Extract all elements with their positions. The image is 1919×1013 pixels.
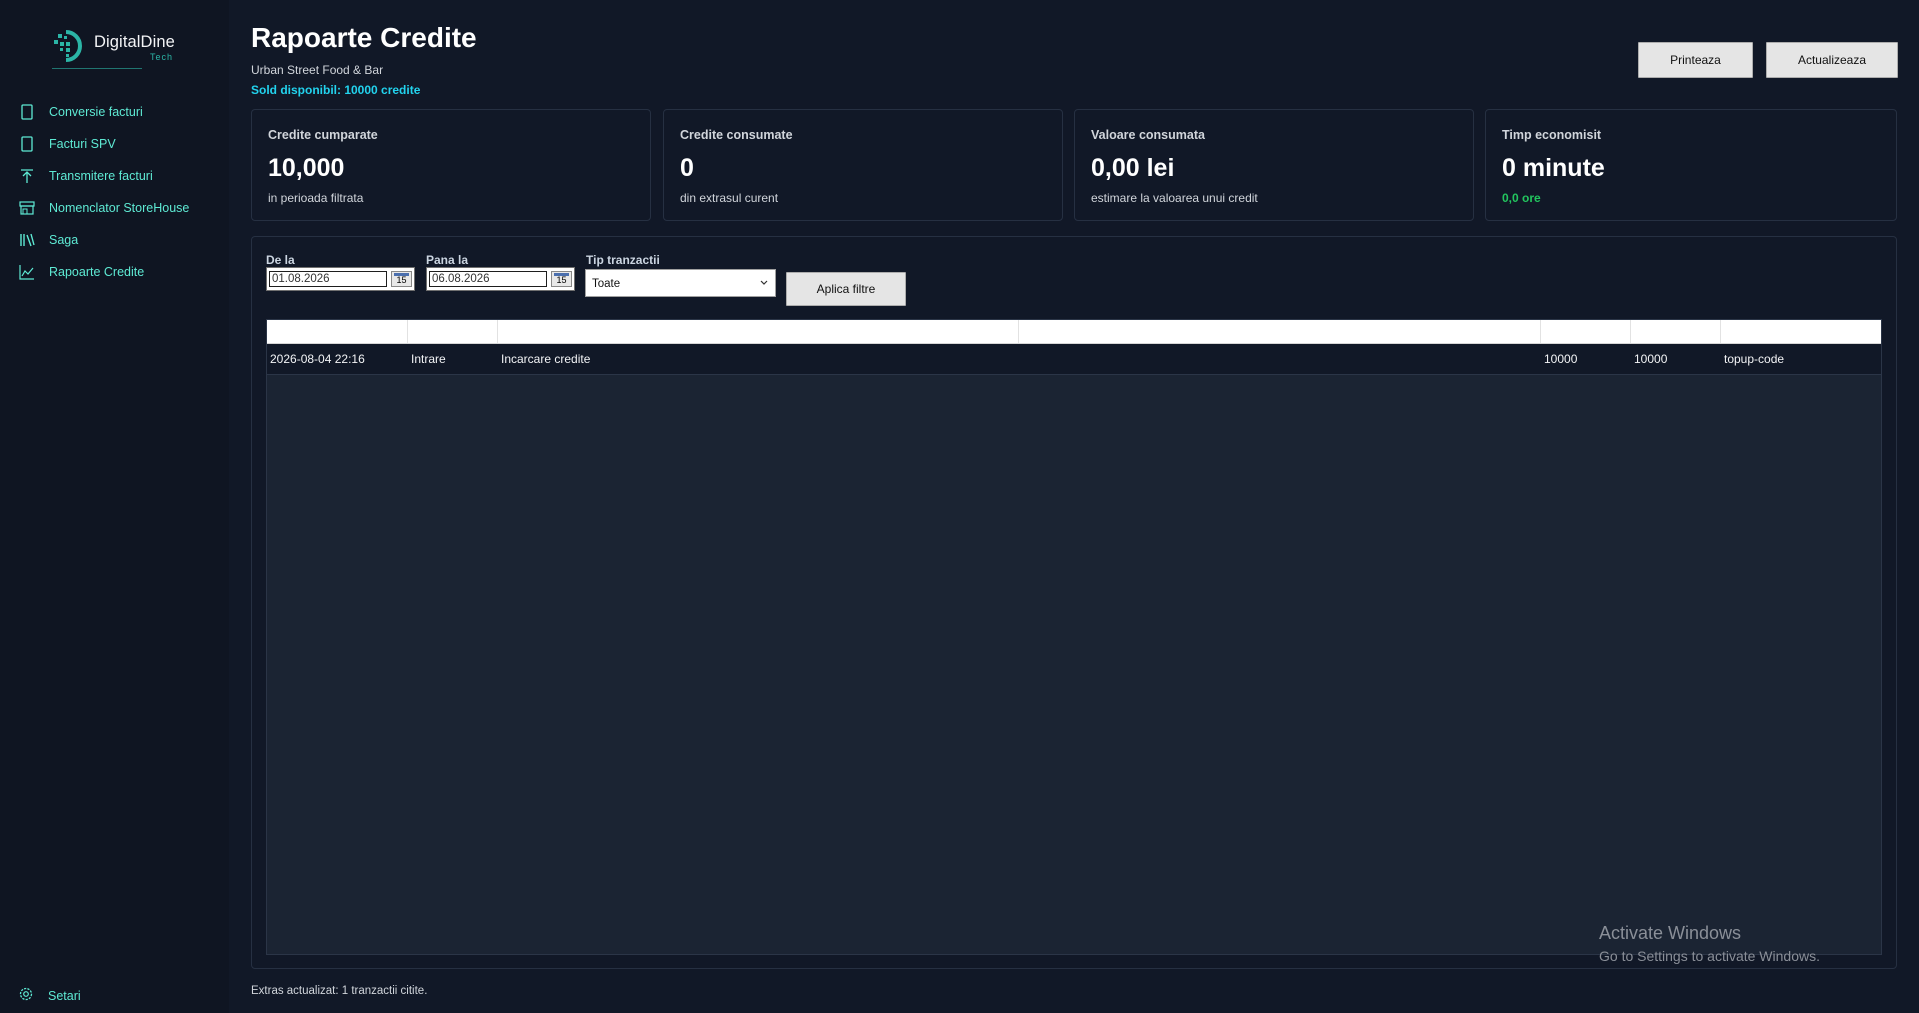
sidebar-item-transmitere-facturi[interactable]: Transmitere facturi — [18, 165, 218, 187]
from-date-picker[interactable]: 01.08.2026 15 — [266, 267, 415, 291]
to-date-field[interactable]: 06.08.2026 — [429, 271, 547, 287]
card-value: 0 minute — [1502, 154, 1605, 182]
card-title: Timp economisit — [1502, 128, 1602, 142]
windows-activation-watermark: Activate Windows Go to Settings to activ… — [1599, 923, 1820, 964]
stat-card-credite-consumate: Credite consumate 0 din extrasul curent — [663, 109, 1063, 221]
card-note: din extrasul curent — [680, 191, 779, 205]
books-icon — [18, 231, 36, 249]
balance-text: Sold disponibil: 10000 credite — [251, 83, 421, 97]
watermark-title: Activate Windows — [1599, 923, 1742, 943]
stat-card-timp-economisit: Timp economisit 0 minute 0,0 ore — [1485, 109, 1897, 221]
sidebar-item-saga[interactable]: Saga — [18, 229, 218, 251]
card-title: Credite cumparate — [268, 128, 378, 142]
cell-source: topup-code — [1724, 352, 1785, 366]
app-window: DigitalDine Tech Conversie facturi Factu… — [0, 0, 1919, 1013]
calendar-icon[interactable]: 15 — [551, 271, 572, 287]
status-text: Extras actualizat: 1 tranzactii citite. — [251, 985, 428, 997]
apply-filters-button[interactable]: Aplica filtre — [786, 272, 906, 306]
card-note: 0,0 ore — [1502, 191, 1541, 205]
print-button[interactable]: Printeaza — [1638, 42, 1753, 78]
transactions-table: 2026-08-04 22:16 Intrare Incarcare credi… — [266, 319, 1882, 955]
sidebar-item-facturi-spv[interactable]: Facturi SPV — [18, 133, 218, 155]
to-date-label: Pana la — [426, 253, 469, 267]
sidebar-item-nomenclator-storehouse[interactable]: Nomenclator StoreHouse — [18, 197, 218, 219]
watermark-subtitle: Go to Settings to activate Windows. — [1599, 948, 1820, 964]
cell-balance: 10000 — [1634, 352, 1668, 366]
cell-date: 2026-08-04 22:16 — [270, 352, 365, 366]
logo-subtext: Tech — [150, 52, 174, 62]
card-title: Credite consumate — [680, 128, 793, 142]
cell-description: Incarcare credite — [501, 352, 591, 366]
page-title: Rapoarte Credite — [251, 22, 477, 53]
column-header[interactable] — [408, 320, 498, 343]
sidebar-item-conversie-facturi[interactable]: Conversie facturi — [18, 101, 218, 123]
to-date-picker[interactable]: 06.08.2026 15 — [426, 267, 575, 291]
logo-mark-icon — [54, 30, 82, 62]
sidebar-item-label: Facturi SPV — [49, 137, 116, 151]
logo-divider — [52, 68, 142, 69]
document-icon — [18, 103, 36, 121]
transaction-type-label: Tip tranzactii — [586, 253, 660, 267]
card-value: 10,000 — [268, 154, 345, 182]
sidebar-item-label: Rapoarte Credite — [49, 265, 145, 279]
logo: DigitalDine Tech — [52, 24, 182, 72]
column-header[interactable] — [1631, 320, 1721, 343]
logo-text: DigitalDine — [94, 33, 175, 51]
column-header[interactable] — [1019, 320, 1541, 343]
chevron-down-icon — [760, 280, 768, 285]
chart-icon — [18, 263, 36, 281]
document-icon — [18, 135, 36, 153]
sidebar-item-label: Saga — [49, 233, 79, 247]
upload-arrow-icon — [18, 167, 36, 185]
sidebar-item-label: Nomenclator StoreHouse — [49, 201, 190, 215]
column-header[interactable] — [1721, 320, 1881, 343]
column-header[interactable] — [267, 320, 408, 343]
card-note: estimare la valoarea unui credit — [1091, 191, 1258, 205]
sidebar-item-label: Setari — [48, 989, 81, 1003]
transaction-type-select[interactable]: Toate — [585, 269, 776, 297]
restaurant-name: Urban Street Food & Bar — [251, 63, 384, 77]
gear-icon — [18, 986, 34, 1007]
cell-type: Intrare — [411, 352, 446, 366]
column-header[interactable] — [1541, 320, 1631, 343]
card-value: 0,00 lei — [1091, 154, 1175, 182]
sidebar-item-settings[interactable]: Setari — [18, 985, 138, 1007]
from-date-field[interactable]: 01.08.2026 — [269, 271, 387, 287]
from-date-label: De la — [266, 253, 295, 267]
stat-card-credite-cumparate: Credite cumparate 10,000 in perioada fil… — [251, 109, 651, 221]
sidebar: DigitalDine Tech Conversie facturi Factu… — [0, 0, 229, 1013]
table-header — [267, 320, 1881, 344]
calendar-icon[interactable]: 15 — [391, 271, 412, 287]
cell-amount: 10000 — [1544, 352, 1578, 366]
card-value: 0 — [680, 154, 694, 182]
card-note: in perioada filtrata — [268, 191, 364, 205]
sidebar-item-label: Conversie facturi — [49, 105, 143, 119]
refresh-button[interactable]: Actualizeaza — [1766, 42, 1898, 78]
transaction-type-value: Toate — [592, 278, 621, 290]
table-row[interactable]: 2026-08-04 22:16 Intrare Incarcare credi… — [267, 344, 1881, 375]
store-icon — [18, 199, 36, 217]
stat-card-valoare-consumata: Valoare consumata 0,00 lei estimare la v… — [1074, 109, 1474, 221]
sidebar-item-rapoarte-credite[interactable]: Rapoarte Credite — [18, 261, 218, 283]
card-title: Valoare consumata — [1091, 128, 1205, 142]
sidebar-item-label: Transmitere facturi — [49, 169, 153, 183]
cell-details — [1019, 344, 1022, 374]
column-header[interactable] — [498, 320, 1019, 343]
